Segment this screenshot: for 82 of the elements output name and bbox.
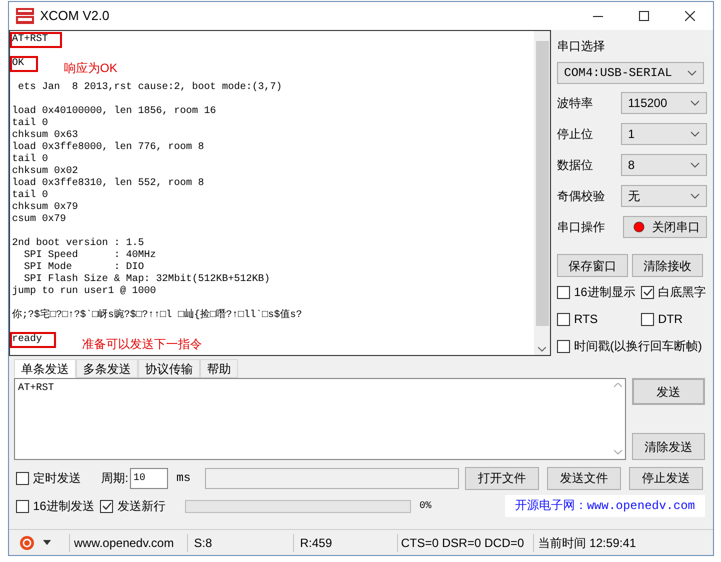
log-line: load 0x3ffe8000, len 776, room 8 — [12, 142, 204, 154]
tab[interactable]: 单条发送 — [14, 359, 76, 378]
log-line: load 0x40100000, len 1856, room 16 — [12, 106, 216, 118]
status-website: www.openedv.com — [69, 534, 187, 552]
file-path-field[interactable] — [204, 468, 459, 488]
log-line: 你;?$宅□?□↑?$`□岈s豌?$□?↑↑□l □屾{捡□噆?↑□ll`□s$值s? — [12, 310, 302, 322]
dropdown[interactable]: 115200 — [621, 92, 707, 114]
power-icon[interactable] — [19, 534, 35, 550]
scrollbar[interactable] — [534, 31, 550, 355]
chevron-down-icon — [687, 70, 697, 76]
chevron-down-icon — [690, 162, 700, 168]
log-line: ready — [12, 334, 54, 346]
port-label: 串口选择 — [557, 38, 606, 55]
unit-label: ms — [176, 470, 191, 487]
close-icon — [685, 11, 695, 21]
chevron-down-icon — [690, 131, 700, 137]
checkbox[interactable]: 白底黑字 — [641, 283, 707, 301]
period-field[interactable]: 10 — [130, 468, 168, 488]
log-line: load 0x3ffe8310, len 552, room 8 — [12, 178, 204, 190]
close-port-button[interactable]: 关闭串口 — [623, 216, 707, 238]
tab[interactable]: 帮助 — [200, 359, 238, 378]
checkbox[interactable]: 时间戳(以换行回车断帧) — [557, 337, 707, 355]
log-line: csum 0x79 — [12, 214, 66, 226]
scroll-down-icon — [614, 450, 622, 455]
checkbox[interactable]: 16进制发送 — [16, 497, 94, 515]
current-time: 当前时间 12:59:41 — [533, 534, 636, 552]
progress-reading: 0% — [419, 500, 432, 514]
maximize-icon — [639, 11, 649, 21]
dropdown[interactable]: 1 — [621, 123, 707, 145]
annotation-text: 准备可以发送下一指令 — [82, 338, 202, 350]
checkbox[interactable]: DTR — [641, 310, 707, 328]
dropdown[interactable]: 8 — [621, 154, 707, 176]
log-line: AT+RST — [12, 34, 60, 46]
button[interactable]: 打开文件 — [464, 466, 539, 490]
button[interactable]: 发送文件 — [546, 466, 621, 490]
button[interactable]: 发送 — [632, 378, 705, 405]
period-label: 周期: — [101, 470, 128, 487]
log-line: 2nd boot version : 1.5 — [12, 238, 144, 250]
dropdown[interactable]: COM4:USB-SERIAL — [557, 62, 704, 84]
line-status: CTS=0 DSR=0 DCD=0 — [397, 534, 533, 552]
annotation-text: 响应为OK — [64, 62, 118, 74]
setting-label: 串口操作 — [557, 219, 605, 236]
log-line: OK — [12, 58, 36, 70]
website-link[interactable]: 开源电子网：www.openedv.com — [504, 495, 705, 517]
checkbox[interactable]: 定时发送 — [16, 469, 81, 487]
checkbox[interactable]: 发送新行 — [100, 497, 166, 515]
log-line: SPI Speed : 40MHz — [23, 250, 156, 262]
log-line: ets Jan 8 2013,rst cause:2, boot mode:(3,7) — [17, 82, 282, 94]
chevron-down-icon — [690, 193, 700, 199]
log-line: tail 0 — [12, 118, 48, 130]
dropdown[interactable]: 无 — [621, 185, 707, 207]
app-logo-icon — [16, 8, 34, 24]
setting-label: 数据位 — [557, 157, 593, 174]
tab[interactable]: 多条发送 — [76, 359, 138, 378]
tab[interactable]: 协议传输 — [138, 359, 200, 378]
chevron-down-icon — [690, 100, 700, 106]
button[interactable]: 清除接收 — [632, 254, 703, 277]
checkbox[interactable]: RTS — [557, 310, 641, 328]
log-line: tail 0 — [12, 154, 48, 166]
send-text-area[interactable]: AT+RST — [14, 378, 626, 460]
scroll-down-icon — [538, 347, 546, 352]
log-line: jump to run user1 @ 1000 — [12, 286, 156, 298]
log-line: chksum 0x02 — [12, 166, 78, 178]
checkbox[interactable]: 16进制显示 — [557, 283, 641, 301]
log-line: chksum 0x63 — [12, 130, 78, 142]
setting-label: 停止位 — [557, 126, 593, 143]
check-icon — [642, 287, 652, 297]
button[interactable]: 清除发送 — [632, 433, 705, 460]
log-line: chksum 0x79 — [12, 202, 78, 214]
caret-icon[interactable] — [43, 540, 51, 545]
scroll-up-icon — [614, 383, 622, 388]
received-count: R:459 — [293, 534, 397, 552]
setting-label: 波特率 — [557, 95, 593, 112]
log-line: SPI Mode : DIO — [23, 262, 144, 274]
log-line: SPI Flash Size & Map: 32Mbit(512KB+512KB) — [23, 274, 270, 286]
setting-label: 奇偶校验 — [557, 188, 605, 205]
check-icon — [102, 501, 112, 511]
log-line: tail 0 — [12, 190, 48, 202]
window-title: XCOM V2.0 — [40, 7, 110, 26]
sent-count: S:8 — [187, 534, 293, 552]
button[interactable]: 保存窗口 — [557, 254, 628, 277]
button[interactable]: 停止发送 — [628, 466, 703, 490]
